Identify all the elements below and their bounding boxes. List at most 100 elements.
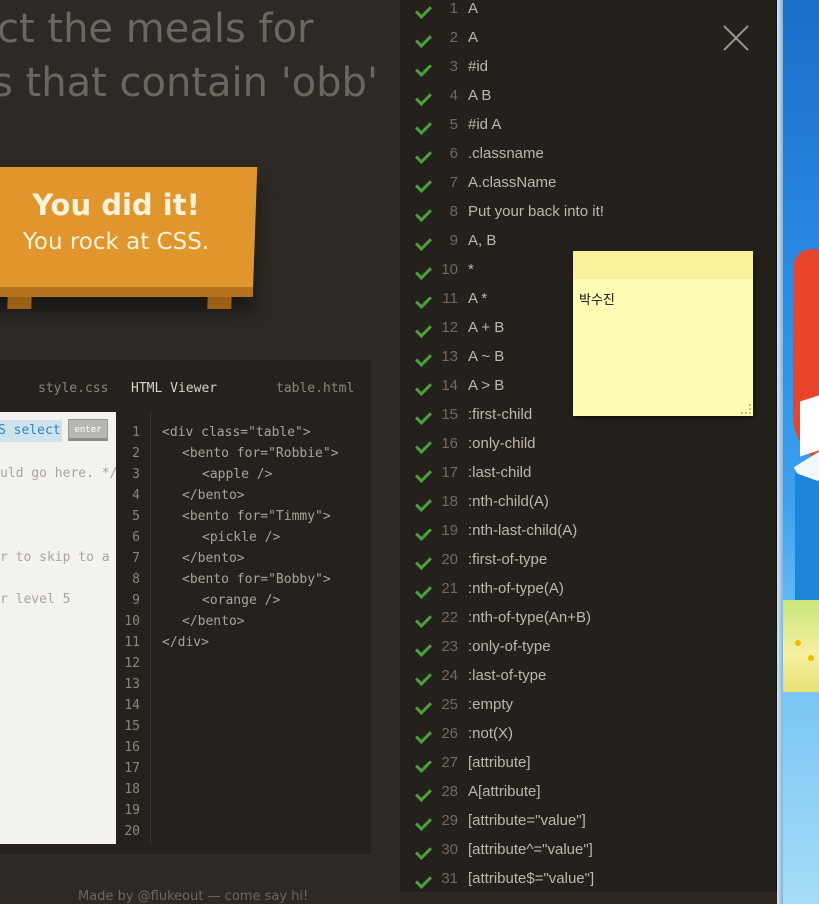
check-icon: [415, 814, 432, 831]
level-number: 18: [441, 493, 458, 510]
level-item[interactable]: 23:only-of-type: [400, 632, 770, 661]
level-item[interactable]: 18 :nth-child(A): [400, 487, 770, 516]
level-item[interactable]: 19:nth-last-child(A): [400, 516, 770, 545]
level-item[interactable]: 17:last-child: [400, 458, 770, 487]
level-number: 22: [441, 609, 458, 626]
main-area: ct the meals for s that contain 'obb' Yo…: [0, 0, 400, 904]
level-item[interactable]: 29 [attribute="value"]: [400, 806, 770, 835]
desktop-edge: [777, 0, 783, 904]
line-number: 9: [132, 593, 140, 608]
check-icon: [415, 437, 432, 454]
line-number: 19: [124, 803, 140, 818]
check-icon: [415, 60, 432, 77]
html-code-line: </bento>: [182, 614, 245, 629]
line-number: 1: [132, 425, 140, 440]
level-item[interactable]: 7 A.className: [400, 168, 770, 197]
check-icon: [415, 205, 432, 222]
level-number: 17: [441, 464, 458, 481]
level-item[interactable]: 6 .classname: [400, 139, 770, 168]
check-icon: [415, 234, 432, 251]
level-item[interactable]: 8 Put your back into it!: [400, 197, 770, 226]
level-name: :only-child: [468, 435, 536, 452]
level-number: 3: [449, 58, 458, 75]
level-number: 14: [441, 377, 458, 394]
level-item[interactable]: 1A: [400, 0, 770, 23]
css-selector-input[interactable]: S selectc: [0, 420, 62, 442]
level-number: 25: [441, 696, 458, 713]
level-item[interactable]: 20:first-of-type: [400, 545, 770, 574]
html-code-line: </bento>: [182, 488, 245, 503]
level-name: A.className: [468, 174, 557, 191]
sticky-note-text[interactable]: 박수진: [579, 289, 615, 308]
level-item[interactable]: 25:empty: [400, 690, 770, 719]
level-item[interactable]: 22:nth-of-type(An+B): [400, 603, 770, 632]
check-icon: [415, 524, 432, 541]
banner-subtitle: You rock at CSS.: [22, 229, 210, 255]
check-icon: [415, 31, 432, 48]
check-icon: [415, 350, 432, 367]
banner-leg: [7, 297, 32, 309]
level-item[interactable]: 3 #id: [400, 52, 770, 81]
level-item[interactable]: 27 [attribute]: [400, 748, 770, 777]
level-name: A, B: [468, 232, 497, 249]
line-number: 5: [132, 509, 140, 524]
line-number: 7: [132, 551, 140, 566]
check-icon: [415, 756, 432, 773]
level-number: 20: [441, 551, 458, 568]
line-number: 11: [124, 635, 140, 650]
tab-table-html[interactable]: table.html: [276, 381, 354, 396]
level-item[interactable]: 16:only-child: [400, 429, 770, 458]
line-number: 18: [124, 782, 140, 797]
level-name: A: [468, 29, 479, 46]
check-icon: [415, 872, 432, 889]
level-number: 30: [441, 841, 458, 858]
level-name: [attribute^="value"]: [468, 841, 593, 858]
check-icon: [415, 2, 432, 19]
level-item[interactable]: 28 A[attribute]: [400, 777, 770, 806]
level-item[interactable]: 21:nth-of-type(A): [400, 574, 770, 603]
level-name: [attribute="value"]: [468, 812, 586, 829]
tab-html-viewer[interactable]: HTML Viewer: [131, 381, 217, 396]
level-number: 15: [441, 406, 458, 423]
level-name: :not(X): [468, 725, 514, 742]
html-code-line: <bento for="Timmy">: [182, 509, 331, 524]
resize-grip-icon[interactable]: [741, 404, 751, 414]
check-icon: [415, 582, 432, 599]
level-number: 5: [449, 116, 458, 133]
level-item[interactable]: 5 #id A: [400, 110, 770, 139]
html-code-line: <pickle />: [202, 530, 281, 545]
level-number: 10: [441, 261, 458, 278]
level-item[interactable]: 31 [attribute$="value"]: [400, 864, 770, 893]
level-name: A > B: [468, 377, 505, 394]
level-number: 9: [449, 232, 458, 249]
sticky-note-titlebar[interactable]: [573, 251, 753, 279]
level-item[interactable]: 24:last-of-type: [400, 661, 770, 690]
level-name: A + B: [468, 319, 505, 336]
windows-logo-blue-segment: [795, 472, 819, 618]
level-item[interactable]: 30 [attribute^="value"]: [400, 835, 770, 864]
level-name: :nth-child(A): [468, 493, 549, 510]
check-icon: [415, 698, 432, 715]
level-number: 7: [449, 174, 458, 191]
level-name: :nth-last-child(A): [468, 522, 578, 539]
level-name: *: [468, 261, 474, 278]
level-item[interactable]: 4 A B: [400, 81, 770, 110]
level-number: 11: [442, 290, 458, 307]
level-number: 21: [441, 580, 458, 597]
level-name: [attribute]: [468, 754, 531, 771]
level-number: 1: [449, 0, 458, 17]
line-number: 10: [124, 614, 140, 629]
level-item[interactable]: 26 :not(X): [400, 719, 770, 748]
enter-button[interactable]: enter: [68, 419, 108, 441]
wallpaper-grass: [777, 600, 819, 692]
html-code-line: <apple />: [202, 467, 273, 482]
level-item[interactable]: 2A: [400, 23, 770, 52]
check-icon: [415, 176, 432, 193]
css-comment-line: uld go here. */: [0, 466, 118, 481]
wallpaper-flower: [795, 640, 801, 646]
sticky-note[interactable]: 박수진: [573, 251, 753, 416]
level-number: 26: [441, 725, 458, 742]
footer-credit[interactable]: Made by @flukeout — come say hi!: [78, 889, 308, 904]
tab-style-css[interactable]: style.css: [38, 381, 108, 396]
banner-leg: [207, 297, 232, 309]
